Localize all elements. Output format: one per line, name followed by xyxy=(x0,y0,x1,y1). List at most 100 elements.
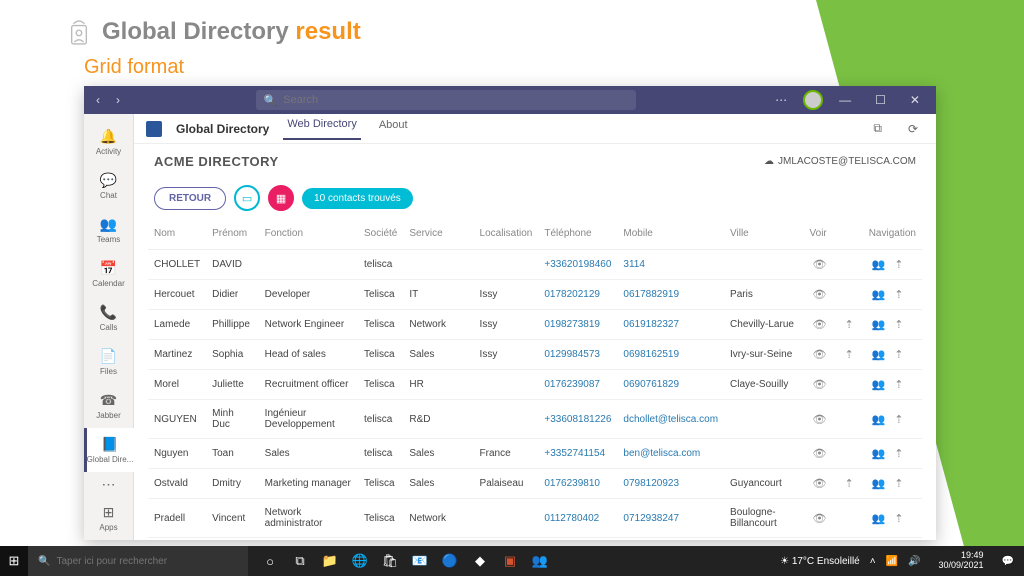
cell-telephone[interactable]: 0198273819 xyxy=(538,310,617,340)
avatar[interactable] xyxy=(803,90,823,110)
eye-icon[interactable]: 👁 xyxy=(810,349,830,361)
eye-icon[interactable]: 👁 xyxy=(810,448,830,460)
col-header[interactable]: Ville xyxy=(724,218,803,250)
people-icon[interactable]: 👥 xyxy=(869,259,889,271)
card-view-button[interactable]: ▭ xyxy=(234,185,260,211)
cell-telephone[interactable]: 0178202129 xyxy=(538,280,617,310)
teams-icon[interactable]: 👥 xyxy=(526,546,554,576)
col-header[interactable] xyxy=(835,218,862,250)
nav-up-icon[interactable]: ⇡ xyxy=(891,513,906,525)
cell-telephone[interactable]: +33608181226 xyxy=(538,400,617,439)
wifi-icon[interactable]: 📶 xyxy=(886,556,898,567)
minimize-icon[interactable]: — xyxy=(831,93,859,107)
col-header[interactable]: Nom xyxy=(148,218,206,250)
cell-mobile[interactable]: 0617882919 xyxy=(617,280,724,310)
cell-mobile[interactable]: 0619182327 xyxy=(617,310,724,340)
taskview-icon[interactable]: ⧉ xyxy=(286,546,314,576)
col-header[interactable]: Navigation xyxy=(863,218,922,250)
people-icon[interactable]: 👥 xyxy=(869,349,889,361)
cell-mobile[interactable]: 0690761829 xyxy=(617,370,724,400)
cell-telephone[interactable]: 0176239087 xyxy=(538,370,617,400)
taskbar-search[interactable]: 🔍 xyxy=(28,546,248,576)
start-button[interactable]: ⊞ xyxy=(0,546,28,576)
popout-icon[interactable]: ⧉ xyxy=(867,121,888,136)
people-icon[interactable]: 👥 xyxy=(869,448,889,460)
rail-item-calendar[interactable]: 📅Calendar xyxy=(84,252,134,296)
nav-up-icon[interactable]: ⇡ xyxy=(891,349,906,361)
cortana-icon[interactable]: ○ xyxy=(256,546,284,576)
people-icon[interactable]: 👥 xyxy=(869,478,889,490)
col-header[interactable]: Service xyxy=(403,218,473,250)
store-icon[interactable]: 🛍 xyxy=(376,546,404,576)
browser-icon[interactable]: 🔵 xyxy=(436,546,464,576)
vs-icon[interactable]: ◆ xyxy=(466,546,494,576)
rail-item-files[interactable]: 📄Files xyxy=(84,340,134,384)
grid-view-button[interactable]: ▦ xyxy=(268,185,294,211)
eye-icon[interactable]: 👁 xyxy=(810,414,830,426)
eye-icon[interactable]: 👁 xyxy=(810,259,830,271)
rail-item-chat[interactable]: 💬Chat xyxy=(84,164,134,208)
eye-icon[interactable]: 👁 xyxy=(810,289,830,301)
maximize-icon[interactable]: ☐ xyxy=(867,93,894,107)
hierarchy-up-icon[interactable]: ⇡ xyxy=(841,349,856,361)
volume-icon[interactable]: 🔊 xyxy=(908,556,920,567)
hierarchy-up-icon[interactable]: ⇡ xyxy=(841,319,856,331)
search-input[interactable] xyxy=(283,94,627,106)
tab-about[interactable]: About xyxy=(375,119,412,139)
nav-forward-icon[interactable]: › xyxy=(112,93,124,107)
people-icon[interactable]: 👥 xyxy=(869,414,889,426)
people-icon[interactable]: 👥 xyxy=(869,319,889,331)
col-header[interactable]: Société xyxy=(358,218,403,250)
tab-web-directory[interactable]: Web Directory xyxy=(283,118,360,140)
clock[interactable]: 19:49 30/09/2021 xyxy=(931,551,992,571)
close-icon[interactable]: ✕ xyxy=(902,93,928,107)
more-icon[interactable]: ⋯ xyxy=(767,93,795,107)
notifications-icon[interactable]: 💬 xyxy=(1002,556,1014,567)
rail-item-jabber[interactable]: ☎Jabber xyxy=(84,384,134,428)
nav-up-icon[interactable]: ⇡ xyxy=(891,379,906,391)
ppt-icon[interactable]: ▣ xyxy=(496,546,524,576)
nav-up-icon[interactable]: ⇡ xyxy=(891,259,906,271)
eye-icon[interactable]: 👁 xyxy=(810,513,830,525)
nav-up-icon[interactable]: ⇡ xyxy=(891,319,906,331)
people-icon[interactable]: 👥 xyxy=(869,513,889,525)
back-button[interactable]: RETOUR xyxy=(154,187,226,210)
hierarchy-up-icon[interactable]: ⇡ xyxy=(841,478,856,490)
people-icon[interactable]: 👥 xyxy=(869,379,889,391)
eye-icon[interactable]: 👁 xyxy=(810,379,830,391)
cell-telephone[interactable]: +33620198460 xyxy=(538,250,617,280)
nav-up-icon[interactable]: ⇡ xyxy=(891,414,906,426)
col-header[interactable]: Fonction xyxy=(259,218,358,250)
rail-item-global-dire-[interactable]: 📘Global Dire... xyxy=(84,428,134,472)
weather-widget[interactable]: ☀ 17°C Ensoleillé xyxy=(780,556,860,567)
eye-icon[interactable]: 👁 xyxy=(810,319,830,331)
cell-telephone[interactable]: 0123785490 xyxy=(538,538,617,541)
rail-more-icon[interactable]: ⋯ xyxy=(102,476,116,493)
cell-mobile[interactable]: ben@telisca.com xyxy=(617,439,724,469)
cell-mobile[interactable]: 0712938247 xyxy=(617,499,724,538)
col-header[interactable]: Prénom xyxy=(206,218,259,250)
explorer-icon[interactable]: 📁 xyxy=(316,546,344,576)
people-icon[interactable]: 👥 xyxy=(869,289,889,301)
nav-back-icon[interactable]: ‹ xyxy=(92,93,104,107)
cell-mobile[interactable]: 3114 xyxy=(617,250,724,280)
rail-item-activity[interactable]: 🔔Activity xyxy=(84,120,134,164)
nav-up-icon[interactable]: ⇡ xyxy=(891,448,906,460)
refresh-icon[interactable]: ⟳ xyxy=(902,122,924,136)
rail-item-teams[interactable]: 👥Teams xyxy=(84,208,134,252)
cell-mobile[interactable]: 0698568723 xyxy=(617,538,724,541)
taskbar-search-input[interactable] xyxy=(56,556,238,567)
rail-item-calls[interactable]: 📞Calls xyxy=(84,296,134,340)
col-header[interactable]: Voir xyxy=(804,218,836,250)
rail-item-apps[interactable]: ⊞Apps xyxy=(84,496,134,540)
global-search[interactable]: 🔍 xyxy=(256,90,636,110)
nav-up-icon[interactable]: ⇡ xyxy=(891,289,906,301)
cell-mobile[interactable]: 0698162519 xyxy=(617,340,724,370)
eye-icon[interactable]: 👁 xyxy=(810,478,830,490)
cell-mobile[interactable]: dchollet@telisca.com xyxy=(617,400,724,439)
cell-mobile[interactable]: 0798120923 xyxy=(617,469,724,499)
cell-telephone[interactable]: 0112780402 xyxy=(538,499,617,538)
cell-telephone[interactable]: +3352741154 xyxy=(538,439,617,469)
col-header[interactable]: Mobile xyxy=(617,218,724,250)
col-header[interactable]: Téléphone xyxy=(538,218,617,250)
